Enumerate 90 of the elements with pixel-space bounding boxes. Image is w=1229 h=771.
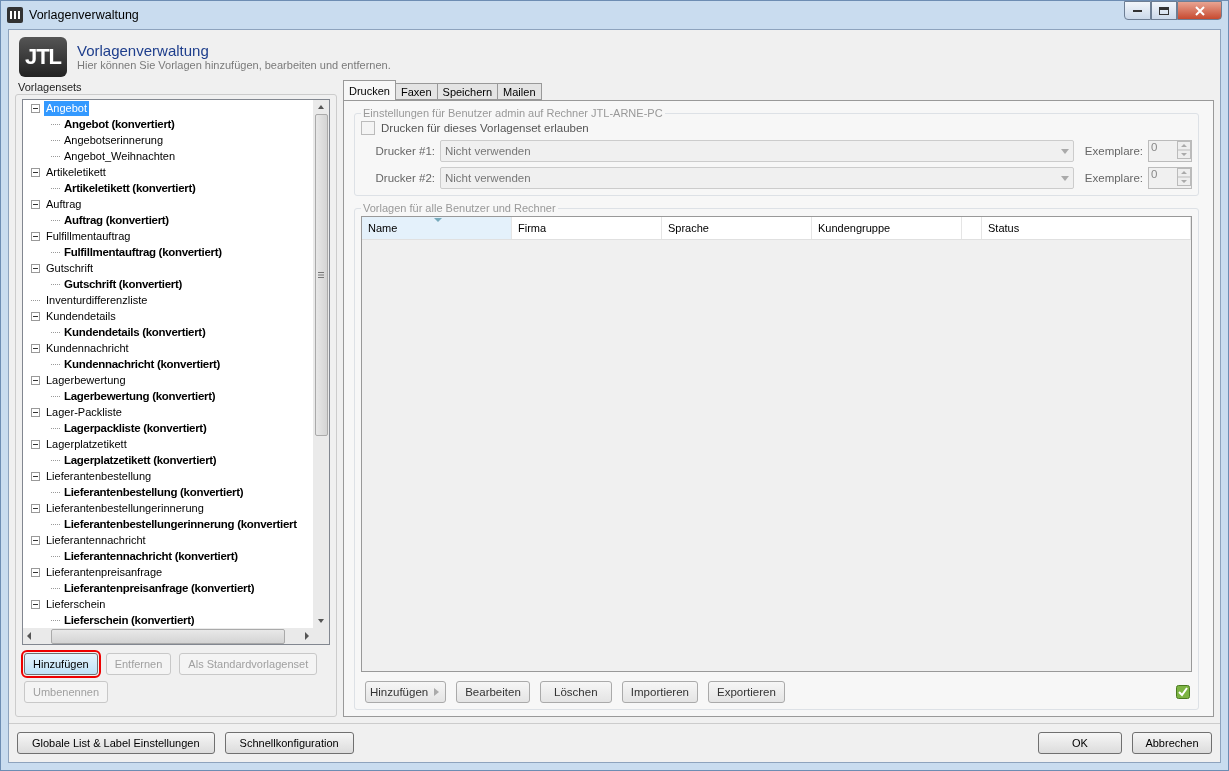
group-title: Einstellungen für Benutzer admin auf Rechner JTL-ARNE-PC	[362, 107, 664, 119]
horizontal-scrollbar[interactable]	[23, 628, 329, 644]
printer-dropdown[interactable]: Nicht verwenden	[440, 140, 1074, 162]
tree-item[interactable]: Lagerbewertung	[44, 372, 128, 388]
tree-item[interactable]: Inventurdifferenzliste	[44, 292, 150, 308]
table-action-button[interactable]: Bearbeiten	[456, 681, 530, 703]
group-title: Vorlagen für alle Benutzer und Rechner	[362, 202, 557, 214]
group-title: Vorlagensets	[17, 81, 83, 93]
collapse-icon[interactable]	[31, 535, 40, 545]
collapse-icon[interactable]	[31, 375, 40, 385]
table-action-button[interactable]: Importieren	[621, 681, 698, 703]
dropdown-arrow-icon	[1060, 148, 1069, 154]
field-label: Exemplare:	[1084, 172, 1143, 184]
collapse-icon[interactable]	[31, 199, 40, 209]
close-button[interactable]	[1177, 1, 1222, 20]
collapse-icon[interactable]	[31, 167, 40, 177]
field-label: Exemplare:	[1084, 145, 1143, 157]
header-title: Vorlagenverwaltung	[77, 42, 210, 59]
sort-icon	[434, 218, 442, 222]
tree-item[interactable]: Gutschrift	[44, 260, 96, 276]
footer-button[interactable]: Abbrechen	[1132, 732, 1212, 754]
tree-item[interactable]: Lieferantenbestellungerinnerung	[44, 500, 206, 516]
close-icon	[1194, 5, 1205, 16]
collapse-icon[interactable]	[31, 567, 40, 577]
minimize-button[interactable]	[1124, 1, 1151, 20]
printer-dropdown[interactable]: Nicht verwenden	[440, 167, 1074, 189]
collapse-icon[interactable]	[31, 503, 40, 513]
tree-item[interactable]: Kundendetails	[44, 308, 118, 324]
checkbox[interactable]	[361, 121, 375, 135]
tree-item[interactable]: Angebotserinnerung	[64, 134, 164, 146]
tree-item[interactable]: Angebot_Weihnachten	[64, 150, 176, 162]
collapse-icon[interactable]	[31, 103, 40, 113]
table-action-button[interactable]: Löschen	[539, 681, 612, 703]
maximize-icon	[1159, 6, 1169, 15]
tree-item[interactable]: Fulfillmentauftrag	[44, 228, 133, 244]
tree-item[interactable]: Lagerplatzetikett	[44, 436, 129, 452]
tree-item[interactable]: Kundennachricht (konvertiert)	[64, 358, 221, 370]
tree-item[interactable]: Auftrag (konvertiert)	[64, 214, 169, 226]
tab[interactable]: Mailen	[497, 83, 542, 100]
app-logo-icon	[7, 7, 23, 23]
tree-item[interactable]: Lieferantenbestellungerinnerung (konvertiert	[64, 518, 297, 530]
check-icon	[1176, 685, 1190, 699]
collapse-icon[interactable]	[31, 407, 40, 417]
tree-item[interactable]: Lieferantenbestellung	[44, 468, 154, 484]
collapse-icon[interactable]	[31, 263, 40, 273]
header-subtitle: Hier können Sie Vorlagen hinzufügen, bearbeiten und entfernen.	[77, 59, 391, 71]
tree-item[interactable]: Lieferschein (konvertiert)	[64, 614, 195, 626]
tree-item[interactable]: Lagerpackliste (konvertiert)	[64, 422, 207, 434]
tree-item[interactable]: Lager-Packliste	[44, 404, 124, 420]
tree-item[interactable]: Lagerbewertung (konvertiert)	[64, 390, 216, 402]
tree-item[interactable]: Lieferantennachricht	[44, 532, 148, 548]
column-header[interactable]: Name	[362, 217, 512, 239]
checkbox-label: Drucken für dieses Vorlagenset erlauben	[381, 122, 589, 134]
collapse-icon[interactable]	[31, 471, 40, 481]
table-action-button[interactable]: Exportieren	[708, 681, 785, 703]
tree-item[interactable]: Artikeletikett (konvertiert)	[64, 182, 196, 194]
tab[interactable]: Drucken	[343, 80, 396, 100]
field-label: Drucker #2:	[375, 172, 435, 184]
collapse-icon[interactable]	[31, 343, 40, 353]
maximize-button[interactable]	[1151, 1, 1177, 20]
window-title: Vorlagenverwaltung	[29, 8, 139, 22]
tree-item[interactable]: Lieferschein	[44, 596, 108, 612]
tree-item[interactable]: Kundennachricht	[44, 340, 131, 356]
tree-item[interactable]: Lieferantenpreisanfrage (konvertiert)	[64, 582, 255, 594]
vertical-scrollbar[interactable]	[313, 100, 329, 628]
footer-button[interactable]: Globale List & Label Einstellungen	[17, 732, 215, 754]
add-button[interactable]: Hinzufügen	[365, 681, 447, 703]
tree-item[interactable]: Angebot (konvertiert)	[64, 118, 175, 130]
set-button[interactable]: Hinzufügen	[24, 653, 98, 675]
tab[interactable]: Faxen	[394, 83, 438, 100]
logo: JTL	[19, 36, 67, 77]
tree-item[interactable]: Artikeletikett	[44, 164, 108, 180]
tree-item[interactable]: Lagerplatzetikett (konvertiert)	[64, 454, 217, 466]
tab[interactable]: Speichern	[436, 83, 499, 100]
collapse-icon[interactable]	[31, 599, 40, 609]
footer-button[interactable]: Schnellkonfiguration	[224, 732, 354, 754]
collapse-icon[interactable]	[31, 231, 40, 241]
tree-item[interactable]: Lieferantenbestellung (konvertiert)	[64, 486, 244, 498]
tree-item[interactable]: Kundendetails (konvertiert)	[64, 326, 206, 338]
tree-item[interactable]: Auftrag	[44, 196, 84, 212]
grip-icon	[318, 272, 324, 278]
tree-item[interactable]: Lieferantenpreisanfrage	[44, 564, 165, 580]
footer-button[interactable]: OK	[1038, 732, 1122, 754]
field-label: Drucker #1:	[375, 145, 435, 157]
tree-item[interactable]: Fulfillmentauftrag (konvertiert)	[64, 246, 222, 258]
dropdown-arrow-icon	[1060, 175, 1069, 181]
collapse-icon[interactable]	[31, 439, 40, 449]
tree-item[interactable]: Gutschrift (konvertiert)	[64, 278, 183, 290]
collapse-icon[interactable]	[31, 311, 40, 321]
tree-item[interactable]: Lieferantennachricht (konvertiert)	[64, 550, 238, 562]
